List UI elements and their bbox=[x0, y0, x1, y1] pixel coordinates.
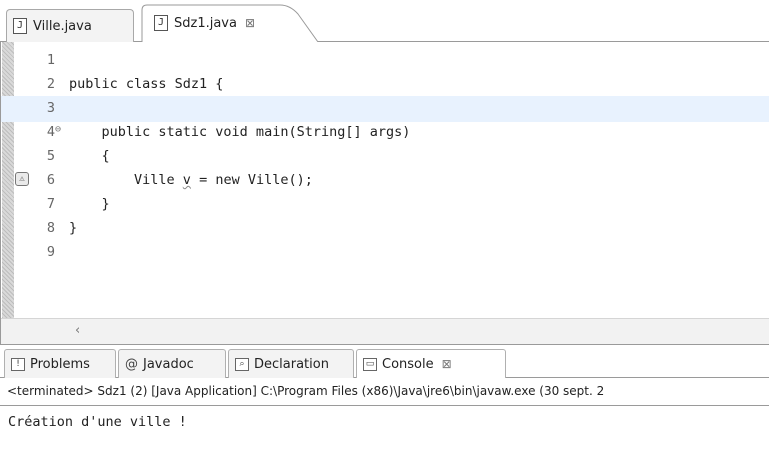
code-line[interactable]: 8 } bbox=[1, 216, 769, 242]
line-number: 6 bbox=[46, 172, 55, 188]
tab-label: Sdz1.java bbox=[174, 15, 237, 31]
horizontal-scrollbar[interactable]: ‹ bbox=[1, 318, 769, 344]
console-icon: ▭ bbox=[363, 357, 377, 371]
line-number: 7 bbox=[46, 196, 55, 212]
line-number: 4 bbox=[46, 124, 55, 140]
code-line-current[interactable]: 3 bbox=[1, 96, 769, 122]
tab-label: Console bbox=[382, 356, 434, 372]
scroll-left-icon[interactable]: ‹ bbox=[75, 323, 80, 338]
line-number: 8 bbox=[46, 220, 55, 236]
panel-tab-bar: ! Problems @ Javadoc ⌕ Declaration ▭ Con… bbox=[0, 344, 769, 378]
tab-label: Javadoc bbox=[143, 356, 194, 372]
code-text: Ville v = new Ville(); bbox=[69, 172, 313, 188]
code-line[interactable]: 9 bbox=[1, 240, 769, 266]
tab-javadoc[interactable]: @ Javadoc bbox=[118, 349, 226, 378]
line-number: 2 bbox=[46, 76, 55, 92]
code-text: public static void main(String[] args) bbox=[69, 124, 411, 140]
code-segment: = new Ville(); bbox=[190, 172, 313, 188]
editor-tab-bar: J Ville.java J Sdz1.java ⊠ bbox=[0, 0, 769, 42]
line-number: 3 bbox=[46, 100, 55, 116]
console-output[interactable]: Création d'une ville ! bbox=[0, 406, 769, 470]
console-status-line: <terminated> Sdz1 (2) [Java Application]… bbox=[0, 378, 769, 406]
line-number: 5 bbox=[46, 148, 55, 164]
code-line[interactable]: 7 } bbox=[1, 192, 769, 218]
java-file-icon: J bbox=[13, 18, 27, 34]
tab-label: Ville.java bbox=[33, 18, 92, 34]
code-line[interactable]: 2 public class Sdz1 { bbox=[1, 72, 769, 98]
warning-token[interactable]: v bbox=[183, 172, 191, 188]
close-icon[interactable]: ⊠ bbox=[442, 357, 452, 371]
tab-problems[interactable]: ! Problems bbox=[4, 349, 116, 378]
warning-icon[interactable]: ⚠ bbox=[15, 172, 29, 186]
code-editor[interactable]: 1 2 public class Sdz1 { 3 4 ⊖ public sta… bbox=[0, 42, 769, 344]
tab-declaration[interactable]: ⌕ Declaration bbox=[228, 349, 354, 378]
line-number: 1 bbox=[46, 52, 55, 68]
fold-collapse-icon[interactable]: ⊖ bbox=[55, 124, 61, 135]
code-text: } bbox=[69, 196, 110, 212]
declaration-icon: ⌕ bbox=[235, 357, 249, 371]
code-line[interactable]: 4 ⊖ public static void main(String[] arg… bbox=[1, 120, 769, 146]
java-file-icon: J bbox=[154, 15, 168, 31]
code-text: public class Sdz1 { bbox=[69, 76, 224, 92]
tab-label: Declaration bbox=[254, 356, 329, 372]
code-line[interactable]: ⚠ 6 Ville v = new Ville(); bbox=[1, 168, 769, 194]
at-icon: @ bbox=[125, 356, 138, 372]
line-number: 9 bbox=[46, 244, 55, 260]
code-line[interactable]: 5 { bbox=[1, 144, 769, 170]
code-text: { bbox=[69, 148, 110, 164]
tab-ville-java[interactable]: J Ville.java bbox=[6, 9, 134, 42]
tab-console[interactable]: ▭ Console ⊠ bbox=[356, 349, 506, 378]
tab-sdz1-java[interactable]: J Sdz1.java ⊠ bbox=[148, 4, 318, 42]
code-segment: Ville bbox=[69, 172, 183, 188]
tab-label: Problems bbox=[30, 356, 90, 372]
code-line[interactable]: 1 bbox=[1, 48, 769, 74]
problems-icon: ! bbox=[11, 357, 25, 371]
code-text: } bbox=[69, 220, 78, 236]
close-icon[interactable]: ⊠ bbox=[245, 16, 255, 30]
